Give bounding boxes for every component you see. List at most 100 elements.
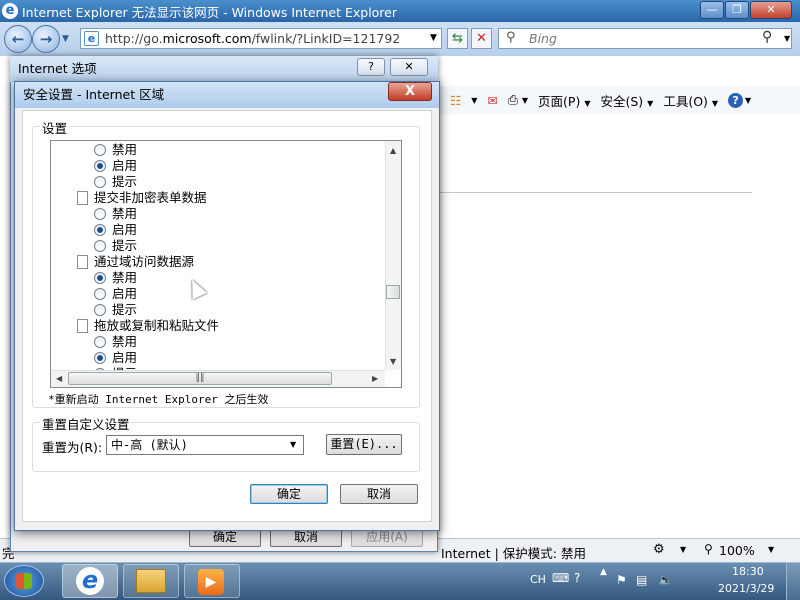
media-player-icon: ▶ [198,569,224,595]
radio-dragdrop-enable[interactable] [94,352,106,364]
option-label: 提示 [112,174,138,189]
tools-menu-label: 工具(O) [663,93,708,109]
internet-options-help-button[interactable]: ? [357,58,385,76]
option-label: 启用 [112,286,138,301]
scroll-right-arrow-icon[interactable]: ▶ [372,374,378,383]
windows-logo-icon [16,573,32,589]
keyboard-icon[interactable]: ⌨ [552,571,569,585]
search-options-dropdown-icon[interactable]: ▼ [784,34,790,43]
ie-titlebar: Internet Explorer 无法显示该网页 - Windows Inte… [0,0,800,22]
scroll-left-arrow-icon[interactable]: ◀ [56,374,62,383]
radio-prev-prompt[interactable] [94,176,106,188]
stop-button[interactable]: ✕ [471,28,492,49]
volume-icon[interactable]: 🔈 [658,573,673,587]
network-icon[interactable]: ▤ [636,573,647,587]
radio-dragdrop-disable[interactable] [94,336,106,348]
address-input[interactable]: http://go. microsoft.com/fwlink/?LinkID=1… [80,28,442,49]
radio-crossdomain-disable[interactable] [94,272,106,284]
page-icon: e [84,31,99,46]
page-menu-label: 页面(P) [538,93,581,109]
refresh-button[interactable]: ⇆ [447,28,468,49]
radio-prev-enable[interactable] [94,160,106,172]
search-input[interactable]: Bing [498,28,792,49]
forward-button[interactable]: → [32,25,60,53]
tray-expand-icon[interactable]: ▲ [600,567,607,577]
help-dropdown-icon[interactable]: ▼ [745,96,751,105]
radio-crossdomain-enable[interactable] [94,288,106,300]
security-ok-button[interactable]: 确定 [250,484,328,504]
ie-close-button[interactable]: ✕ [750,1,792,19]
scroll-up-arrow-icon[interactable]: ▲ [390,146,396,155]
reset-to-label: 重置为(R): [42,440,103,455]
help-icon[interactable]: ? [728,92,744,108]
option-label: 禁用 [112,334,138,349]
option-label: 禁用 [112,142,138,157]
clock-time[interactable]: 18:30 [732,565,764,578]
select-dropdown-icon[interactable]: ▼ [290,440,296,449]
recent-pages-dropdown-icon[interactable]: ▼ [62,34,69,44]
ie-taskbar-glyph-icon: e [76,567,104,595]
tools-menu[interactable]: 工具(O) ▼ [663,91,718,110]
radio-submit-prompt[interactable] [94,240,106,252]
feeds-dropdown-icon[interactable]: ▼ [471,96,477,105]
print-dropdown-icon[interactable]: ▼ [522,96,528,105]
ime-help-icon[interactable]: ? [574,571,580,585]
search-engine-icon: ⚲ [506,30,516,45]
security-settings-close-button[interactable]: X [388,82,432,101]
option-label: 提示 [112,302,138,317]
maximize-button[interactable]: ❐ [725,1,749,19]
option-label: 禁用 [112,270,138,285]
address-rest: /fwlink/?LinkID=121792 [251,31,401,46]
action-center-flag-icon[interactable]: ⚑ [616,573,627,587]
search-button-icon[interactable]: ⚲ [762,29,772,45]
option-label: 启用 [112,222,138,237]
radio-crossdomain-prompt[interactable] [94,304,106,316]
security-cancel-button[interactable]: 取消 [340,484,418,504]
security-settings-titlebar: 安全设置 - Internet 区域 [15,82,439,108]
content-divider [440,192,752,193]
document-icon [77,255,88,269]
zoom-level[interactable]: 100% [719,543,755,558]
popup-blocker-icon[interactable]: ⚙ [653,542,665,557]
clock-date[interactable]: 2021/3/29 [718,582,774,595]
radio-submit-enable[interactable] [94,224,106,236]
zoom-dropdown-icon[interactable]: ▼ [768,545,774,554]
settings-tree[interactable]: 禁用 启用 提示 提交非加密表单数据 禁用 启用 提示 通过域访问数据源 禁用 … [50,140,402,388]
popup-dropdown-icon[interactable]: ▼ [680,545,686,554]
ie-logo-icon: e [2,3,18,19]
vertical-scroll-thumb[interactable] [386,285,400,299]
internet-options-title: Internet 选项 [18,61,97,76]
status-zone[interactable]: Internet | 保护模式: 禁用 [441,543,586,562]
vertical-scrollbar[interactable] [385,141,401,370]
reset-level-select[interactable]: 中-高 (默认) [106,435,304,455]
scroll-down-arrow-icon[interactable]: ▼ [390,357,396,366]
option-label: 启用 [112,350,138,365]
option-label: 提示 [112,238,138,253]
zoom-icon[interactable]: ⚲ [704,542,713,556]
radio-prev-disable[interactable] [94,144,106,156]
document-icon [77,319,88,333]
internet-options-close-button[interactable]: ✕ [390,58,428,76]
print-icon[interactable]: ⎙ [508,92,518,108]
taskbar [0,562,800,600]
back-button[interactable]: ← [4,25,32,53]
mail-icon[interactable]: ✉ [487,93,497,108]
page-menu[interactable]: 页面(P) ▼ [538,91,590,110]
show-desktop-button[interactable] [786,562,800,600]
radio-submit-disable[interactable] [94,208,106,220]
address-prefix: http://go. [105,31,163,46]
reset-button[interactable]: 重置(E)... [326,434,402,455]
address-dropdown-icon[interactable]: ▼ [430,33,437,43]
horizontal-scroll-thumb[interactable]: ‖‖ [68,372,332,385]
rss-feed-icon[interactable]: ☷ [450,93,461,108]
address-domain: microsoft.com [162,31,252,46]
language-indicator[interactable]: CH [530,573,546,586]
reset-group-label: 重置自定义设置 [40,414,132,433]
minimize-button[interactable]: — [700,1,724,19]
command-bar: ☷ ▼ ✉ ⎙ ▼ 页面(P) ▼ 安全(S) ▼ 工具(O) ▼ ? ▼ [440,86,800,114]
security-settings-title: 安全设置 - Internet 区域 [23,87,165,102]
safety-menu[interactable]: 安全(S) ▼ [600,91,653,110]
option-label: 启用 [112,158,138,173]
settings-group-label: 设置 [40,118,70,137]
setting-item-submit-unencrypted: 提交非加密表单数据 [94,190,207,205]
